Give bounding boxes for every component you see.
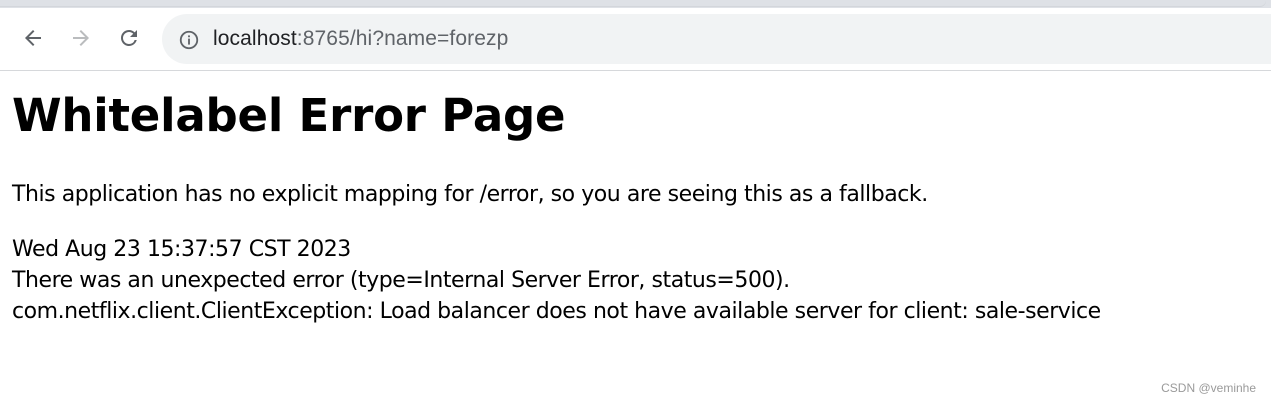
back-button[interactable]: [17, 22, 49, 54]
url-text[interactable]: localhost:8765/hi?name=forezp: [213, 27, 508, 51]
error-timestamp: Wed Aug 23 15:37:57 CST 2023: [12, 237, 351, 262]
reload-button[interactable]: [113, 22, 145, 54]
reload-icon: [121, 30, 137, 46]
arrow-left-icon: [25, 30, 41, 46]
error-summary: There was an unexpected error (type=Inte…: [12, 268, 790, 293]
page-title: Whitelabel Error Page: [12, 89, 566, 142]
active-tab-edge: [0, 0, 1266, 6]
exception-message: com.netflix.client.ClientException: Load…: [12, 299, 1101, 324]
watermark: CSDN @veminhe: [1161, 381, 1256, 395]
address-bar[interactable]: localhost:8765/hi?name=forezp: [162, 14, 1271, 64]
error-details: Wed Aug 23 15:37:57 CST 2023 There was a…: [12, 234, 1101, 327]
url-host: localhost: [213, 27, 297, 50]
browser-toolbar: localhost:8765/hi?name=forezp: [0, 8, 1271, 71]
url-path: :8765/hi?name=forezp: [296, 27, 509, 50]
forward-button[interactable]: [65, 22, 97, 54]
arrow-right-icon: [73, 30, 89, 46]
browser-window: localhost:8765/hi?name=forezp Whitelabel…: [0, 0, 1271, 404]
fallback-message: This application has no explicit mapping…: [12, 182, 928, 207]
info-circle-icon[interactable]: [178, 29, 200, 51]
tab-strip: [0, 0, 1271, 8]
